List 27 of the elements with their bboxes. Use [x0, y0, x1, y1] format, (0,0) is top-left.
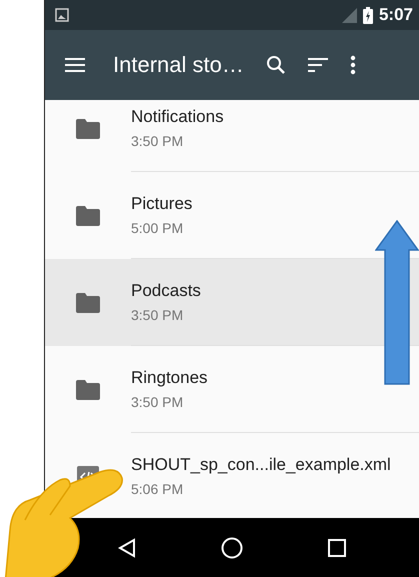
recents-icon[interactable]	[328, 538, 346, 556]
file-time: 3:50 PM	[131, 394, 184, 410]
file-name: Pictures	[131, 194, 194, 214]
folder-icon	[76, 206, 100, 226]
search-icon[interactable]	[266, 55, 286, 75]
image-notification-icon	[55, 8, 69, 22]
file-name: SHOUT_sp_con...ile_example.xml	[131, 455, 392, 475]
sort-icon[interactable]	[308, 58, 328, 72]
file-name: Podcasts	[131, 281, 202, 301]
file-name: Notifications	[131, 107, 225, 127]
file-row[interactable]: Podcasts 3:50 PM	[45, 259, 419, 346]
file-time: 5:00 PM	[131, 220, 184, 236]
file-name: Ringtones	[131, 368, 209, 388]
status-time: 5:07	[378, 5, 413, 25]
folder-icon	[76, 292, 100, 312]
folder-icon	[76, 118, 100, 138]
file-time: 5:06 PM	[131, 481, 184, 497]
battery-icon	[362, 6, 373, 24]
back-icon[interactable]	[118, 538, 136, 558]
folder-icon	[76, 380, 100, 400]
more-icon[interactable]	[350, 55, 356, 75]
home-icon[interactable]	[220, 536, 243, 558]
menu-icon[interactable]	[65, 58, 85, 72]
file-time: 3:50 PM	[131, 133, 184, 149]
file-time: 3:50 PM	[131, 307, 184, 323]
signal-icon	[342, 8, 357, 22]
toolbar-title: Internal sto…	[113, 52, 244, 78]
